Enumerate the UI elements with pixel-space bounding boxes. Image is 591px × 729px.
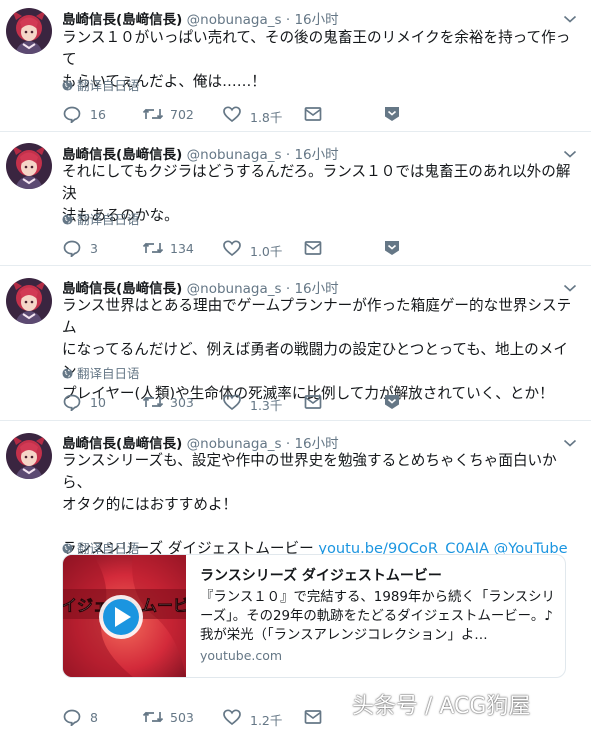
translate-link[interactable]: 翻译自日语 (62, 363, 140, 382)
like-count: 1.0千 (250, 244, 283, 259)
link-preview-card[interactable]: ダイジェストムービー ランスシリーズ ダイジェストムービー 『ランス１０』で完結… (62, 554, 566, 678)
tweet[interactable]: 島崎信長(島﨑信長) @nobunaga_s · 16小时 それにしてもクジラは… (0, 132, 591, 266)
retweet-icon (142, 393, 164, 411)
like-icon (222, 393, 242, 411)
author-handle[interactable]: @nobunaga_s (187, 12, 282, 28)
card-domain: youtube.com (200, 648, 283, 663)
retweet-count: 702 (170, 107, 194, 122)
save-icon (382, 239, 402, 257)
chevron-down-icon[interactable] (563, 14, 577, 24)
reply-count: 8 (90, 710, 98, 725)
like-count: 1.3千 (250, 398, 283, 413)
chevron-down-icon[interactable] (563, 149, 577, 159)
message-icon (303, 708, 323, 726)
globe-icon (62, 543, 73, 554)
tweet-header: 島崎信長(島﨑信長) @nobunaga_s · 16小时 (62, 432, 339, 452)
message-icon (303, 239, 323, 257)
timestamp[interactable]: 16小时 (294, 12, 338, 28)
tweet-header: 島崎信長(島﨑信長) @nobunaga_s · 16小时 (62, 143, 339, 163)
tweet[interactable]: 島崎信長(島﨑信長) @nobunaga_s · 16小时 ランスシリーズも、設… (0, 421, 591, 729)
author-name[interactable]: 島崎信長(島﨑信長) (62, 12, 182, 28)
translate-label: 翻译自日语 (77, 366, 140, 381)
translate-label: 翻译自日语 (77, 212, 140, 227)
message-icon (303, 105, 323, 123)
card-title: ランスシリーズ ダイジェストムービー (200, 568, 442, 584)
save-icon (382, 105, 402, 123)
globe-icon (62, 368, 73, 379)
avatar[interactable] (6, 433, 52, 479)
chevron-down-icon[interactable] (563, 438, 577, 448)
play-icon[interactable] (99, 595, 143, 639)
avatar[interactable] (6, 8, 52, 54)
reply-count: 3 (90, 241, 98, 256)
tweet-text-line: ランスシリーズも、設定や作中の世界史を勉強するとめちゃくちゃ面白いから、 (62, 452, 557, 491)
reply-icon (62, 105, 82, 123)
translate-link[interactable]: 翻译自日语 (62, 75, 140, 94)
globe-icon (62, 80, 73, 91)
translate-link[interactable]: 翻译自日语 (62, 209, 140, 228)
like-icon (222, 239, 242, 257)
video-thumbnail[interactable]: ダイジェストムービー (63, 555, 186, 677)
translate-label: 翻译自日语 (77, 78, 140, 93)
retweet-icon (142, 105, 164, 123)
retweet-count: 303 (170, 395, 194, 410)
watermark: 头条号 / ACG狗屋 (352, 694, 531, 719)
like-count: 1.8千 (250, 110, 283, 125)
reply-count: 16 (90, 107, 106, 122)
reply-icon (62, 239, 82, 257)
globe-icon (62, 214, 73, 225)
tweet[interactable]: 島崎信長(島﨑信長) @nobunaga_s · 16小时 ランス世界はとある理… (0, 266, 591, 421)
card-description: 『ランス１０』で完結する、1989年から続く「ランスシリーズ」。その29年の軌跡… (200, 590, 555, 643)
retweet-count: 134 (170, 241, 194, 256)
separator: · (285, 12, 291, 28)
tweet-header: 島崎信長(島﨑信長) @nobunaga_s · 16小时 (62, 277, 339, 297)
like-icon (222, 105, 242, 123)
message-icon (303, 393, 323, 411)
tweet-text: ランス世界はとある理由でゲームプランナーが作った箱庭ゲー的な世界システム になっ… (62, 295, 572, 405)
tweet[interactable]: 島崎信長(島﨑信長) @nobunaga_s · 16小时 ランス１０がいっぱい… (0, 0, 591, 132)
reply-icon (62, 708, 82, 726)
reply-icon (62, 393, 82, 411)
avatar[interactable] (6, 143, 52, 189)
avatar[interactable] (6, 278, 52, 324)
tweet-text-line: それにしてもクジラはどうするんだろ。ランス１０では鬼畜王のあれ以外の解決 (62, 163, 571, 202)
retweet-icon (142, 239, 164, 257)
tweet-text-line: オタク的にはおすすめよ！ (62, 496, 238, 513)
retweet-count: 503 (170, 710, 194, 725)
retweet-icon (142, 708, 164, 726)
like-icon (222, 708, 242, 726)
chevron-down-icon[interactable] (563, 283, 577, 293)
tweet-text-line: ランス１０がいっぱい売れて、その後の鬼畜王のリメイクを余裕を持って作って (62, 29, 571, 68)
reply-count: 10 (90, 395, 106, 410)
tweet-text-line: ランス世界はとある理由でゲームプランナーが作った箱庭ゲー的な世界システム (62, 297, 572, 336)
like-count: 1.2千 (250, 713, 283, 728)
tweet-header: 島崎信長(島﨑信長) @nobunaga_s · 16小时 (62, 8, 339, 28)
save-icon (382, 393, 402, 411)
